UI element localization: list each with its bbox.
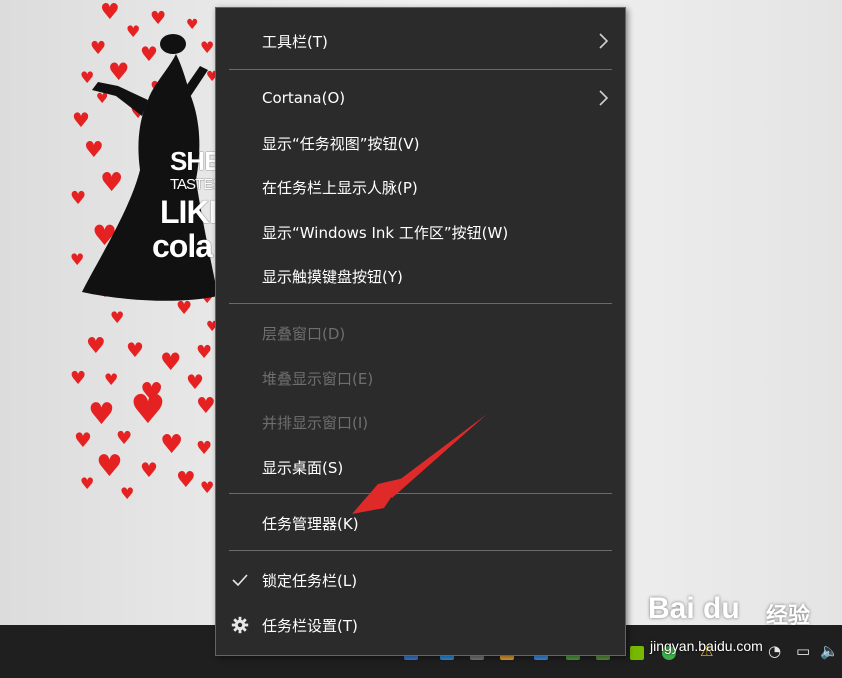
menu-separator: [229, 303, 612, 304]
watermark-experience: 经验: [766, 604, 811, 629]
menu-item-label: 堆叠显示窗口(E): [262, 369, 374, 388]
menu-item-label: 显示触摸键盘按钮(Y): [262, 267, 403, 286]
menu-item-show-touch-keyboard-button[interactable]: 显示触摸键盘按钮(Y): [216, 256, 625, 296]
baidu-watermark: Bai du 经验 jingyan.baidu.com: [648, 592, 842, 664]
wallpaper-text-line: cola: [152, 228, 213, 264]
menu-item-show-desktop[interactable]: 显示桌面(S): [216, 447, 625, 487]
heart-icon: ♥: [120, 484, 135, 503]
chevron-right-icon: [599, 33, 609, 49]
checkmark-icon: [232, 574, 248, 587]
heart-icon: ♥: [80, 474, 95, 493]
gear-icon: [231, 616, 249, 634]
watermark-url: jingyan.baidu.com: [650, 638, 763, 654]
heart-icon: ♥: [116, 428, 133, 449]
nvidia-icon[interactable]: [630, 646, 644, 660]
heart-icon: ♥: [196, 438, 213, 459]
menu-separator: [229, 550, 612, 551]
menu-item-label: Cortana(O): [262, 89, 346, 107]
menu-item-toolbars[interactable]: 工具栏(T): [216, 21, 625, 61]
menu-item-label: 显示“任务视图”按钮(V): [262, 134, 420, 153]
heart-icon: ♥: [70, 368, 87, 389]
menu-item-label: 在任务栏上显示人脉(P): [262, 178, 418, 197]
menu-separator: [229, 493, 612, 494]
menu-item-task-manager[interactable]: 任务管理器(K): [216, 503, 625, 543]
chevron-right-icon: [599, 90, 609, 106]
menu-item-cortana[interactable]: Cortana(O): [216, 78, 625, 118]
menu-item-show-windows-ink-button[interactable]: 显示“Windows Ink 工作区”按钮(W): [216, 212, 625, 252]
menu-item-taskbar-settings[interactable]: 任务栏设置(T): [216, 605, 625, 645]
heart-icon: ♥: [96, 449, 123, 484]
heart-icon: ♥: [150, 8, 167, 29]
menu-item-label: 显示“Windows Ink 工作区”按钮(W): [262, 223, 509, 242]
heart-icon: ♥: [130, 387, 166, 433]
heart-icon: ♥: [196, 342, 213, 363]
menu-item-label: 锁定任务栏(L): [262, 571, 358, 590]
menu-item-label: 任务栏设置(T): [262, 616, 358, 635]
menu-item-cascade-windows: 层叠窗口(D): [216, 313, 625, 353]
watermark-brand: Bai du: [648, 592, 740, 625]
heart-icon: ♥: [104, 370, 119, 389]
heart-icon: ♥: [126, 338, 144, 362]
menu-separator: [229, 69, 612, 70]
heart-icon: ♥: [160, 430, 184, 460]
heart-icon: ♥: [160, 348, 182, 376]
menu-item-label: 并排显示窗口(I): [262, 413, 369, 432]
taskbar-context-menu: 工具栏(T) Cortana(O) 显示“任务视图”按钮(V) 在任务栏上显示人…: [215, 7, 626, 656]
heart-icon: ♥: [74, 428, 92, 452]
menu-item-show-task-view-button[interactable]: 显示“任务视图”按钮(V): [216, 123, 625, 163]
heart-icon: ♥: [140, 458, 158, 482]
menu-item-lock-taskbar[interactable]: 锁定任务栏(L): [216, 560, 625, 600]
heart-icon: ♥: [196, 394, 216, 419]
menu-item-label: 工具栏(T): [262, 32, 328, 51]
menu-item-label: 层叠窗口(D): [262, 324, 346, 343]
heart-icon: ♥: [86, 334, 106, 359]
heart-icon: ♥: [88, 397, 115, 432]
menu-item-show-people[interactable]: 在任务栏上显示人脉(P): [216, 167, 625, 207]
heart-icon: ♥: [200, 478, 215, 497]
heart-icon: ♥: [176, 468, 196, 493]
heart-icon: ♥: [100, 0, 120, 25]
menu-item-label: 显示桌面(S): [262, 458, 344, 477]
menu-item-side-by-side-windows: 并排显示窗口(I): [216, 402, 625, 442]
wallpaper-text-line: TASTES: [170, 176, 222, 193]
menu-item-label: 任务管理器(K): [262, 514, 359, 533]
wallpaper-text-line: SHE: [170, 146, 221, 176]
menu-item-stack-windows: 堆叠显示窗口(E): [216, 358, 625, 398]
heart-icon: ♥: [186, 370, 204, 394]
